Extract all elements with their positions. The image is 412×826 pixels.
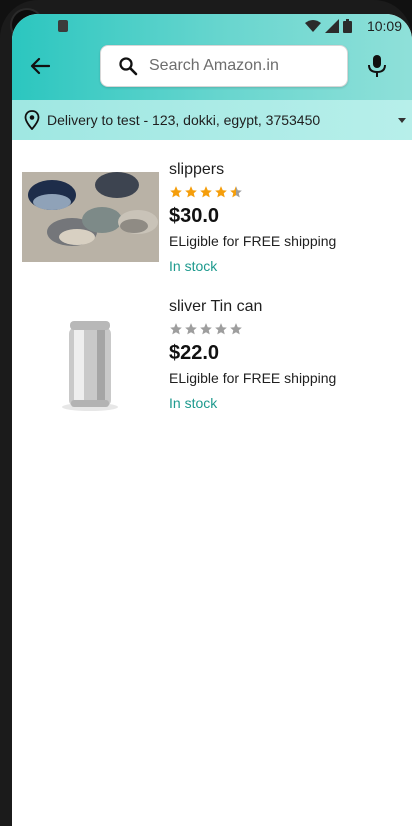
stock-status: In stock	[169, 395, 218, 411]
status-icons	[305, 19, 352, 33]
product-image	[22, 297, 159, 417]
product-info: slippers $30.0 ELigible for FREE shippin…	[169, 160, 409, 276]
signal-icon	[325, 19, 339, 33]
search-bar[interactable]: Search Amazon.in	[100, 45, 348, 87]
stock-status: In stock	[169, 258, 218, 274]
product-item[interactable]: slippers $30.0 ELigible for FREE shippin…	[22, 160, 412, 285]
location-pin-icon	[24, 110, 40, 130]
delivery-bar[interactable]: Delivery to test - 123, dokki, egypt, 37…	[12, 100, 412, 140]
product-info: sliver Tin can $22.0 ELigible for FREE s…	[169, 297, 409, 413]
star-empty-icon	[185, 323, 197, 335]
back-button[interactable]	[28, 54, 52, 78]
delivery-address: Delivery to test - 123, dokki, egypt, 37…	[47, 112, 321, 128]
search-icon	[119, 57, 138, 76]
back-arrow-icon	[30, 57, 50, 75]
phone-frame: 10:09 Search Amazon.in Delivery to test …	[0, 0, 412, 826]
app-bar: 10:09 Search Amazon.in	[12, 14, 412, 100]
star-icon	[215, 186, 227, 198]
shipping-eligibility: ELigible for FREE shipping	[169, 370, 337, 386]
wifi-icon	[305, 20, 321, 32]
star-empty-icon	[200, 323, 212, 335]
battery-icon	[343, 19, 352, 33]
star-half-icon	[230, 186, 242, 198]
search-input[interactable]: Search Amazon.in	[149, 57, 279, 75]
shipping-eligibility: ELigible for FREE shipping	[169, 233, 337, 249]
star-empty-icon	[170, 323, 182, 335]
product-item[interactable]: sliver Tin can $22.0 ELigible for FREE s…	[22, 297, 412, 422]
star-icon	[185, 186, 197, 198]
product-price: $30.0	[169, 205, 220, 227]
status-time: 10:09	[366, 18, 402, 34]
star-empty-icon	[230, 323, 242, 335]
star-rating	[169, 184, 409, 200]
star-icon	[200, 186, 212, 198]
star-empty-icon	[215, 323, 227, 335]
mic-icon[interactable]	[366, 54, 388, 78]
star-icon	[170, 186, 182, 198]
screen: 10:09 Search Amazon.in Delivery to test …	[12, 14, 412, 826]
star-rating	[169, 321, 409, 337]
product-image	[22, 172, 159, 262]
sd-card-icon	[58, 20, 68, 32]
dropdown-caret-icon[interactable]	[398, 118, 406, 123]
product-title[interactable]: sliver Tin can	[169, 297, 409, 317]
product-price: $22.0	[169, 342, 220, 364]
product-title[interactable]: slippers	[169, 160, 409, 180]
